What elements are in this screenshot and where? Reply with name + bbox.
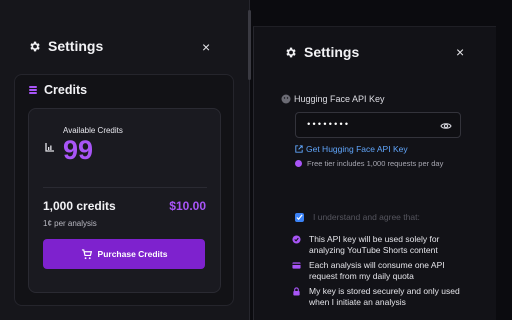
credits-icon [29,86,37,94]
gear-icon [286,47,296,57]
term-item: My key is stored securely and only used … [292,286,472,307]
external-link-icon [295,145,303,153]
free-tier-text: Free tier includes 1,000 requests per da… [307,159,444,168]
purchase-credits-label: Purchase Credits [97,249,168,259]
credit-pack-name: 1,000 credits [43,199,116,213]
eye-icon[interactable] [440,121,452,131]
credit-pack-price: $10.00 [169,199,206,213]
credits-section-title: Credits [28,83,87,97]
gear-icon [30,41,40,51]
close-button[interactable]: × [202,39,210,55]
agree-checkbox[interactable] [295,212,304,222]
api-key-input[interactable] [295,112,461,138]
settings-panel-right: Settings × Hugging Face API Key Get Hugg… [253,26,496,320]
settings-title: Settings [48,38,104,54]
check-icon [296,213,303,220]
chart-icon [45,143,54,152]
settings-header: Settings [28,38,103,54]
get-api-key-link[interactable]: Get Hugging Face API Key [295,144,408,154]
credits-card: Available Credits 99 1,000 credits $10.0… [28,108,221,293]
check-circle-icon [292,235,301,244]
app-root: Settings × Credits Available Credits 99 … [0,0,512,320]
agree-label: I understand and agree that: [313,212,420,222]
api-key-label: Hugging Face API Key [294,94,385,104]
get-api-key-link-label: Get Hugging Face API Key [306,144,408,154]
free-tier-note: Free tier includes 1,000 requests per da… [295,159,443,168]
cart-icon [81,248,92,259]
term-item: This API key will be used solely for ana… [292,234,472,255]
info-icon [295,160,302,167]
hugging-face-icon [281,94,291,104]
available-credits-value: 99 [63,135,94,165]
agree-row[interactable]: I understand and agree that: [295,212,420,222]
credits-title: Credits [44,83,88,97]
term-text: Each analysis will consume one API reque… [309,260,445,281]
term-text: My key is stored securely and only used … [309,286,460,307]
available-credits-label: Available Credits [63,126,123,135]
credits-section: Credits Available Credits 99 1,000 credi… [14,74,234,306]
term-item: Each analysis will consume one API reque… [292,260,472,281]
lock-icon [293,287,300,296]
settings-header-right: Settings [284,44,359,60]
credit-pack-subtext: 1¢ per analysis [43,219,97,228]
scrollbar[interactable] [248,10,251,80]
close-button-right[interactable]: × [456,44,464,60]
credit-card-icon [292,262,301,269]
divider [43,187,207,188]
settings-title-right: Settings [304,44,360,60]
purchase-credits-button[interactable]: Purchase Credits [43,239,205,269]
settings-panel-left: Settings × Credits Available Credits 99 … [0,0,251,320]
term-text: This API key will be used solely for ana… [309,234,440,255]
